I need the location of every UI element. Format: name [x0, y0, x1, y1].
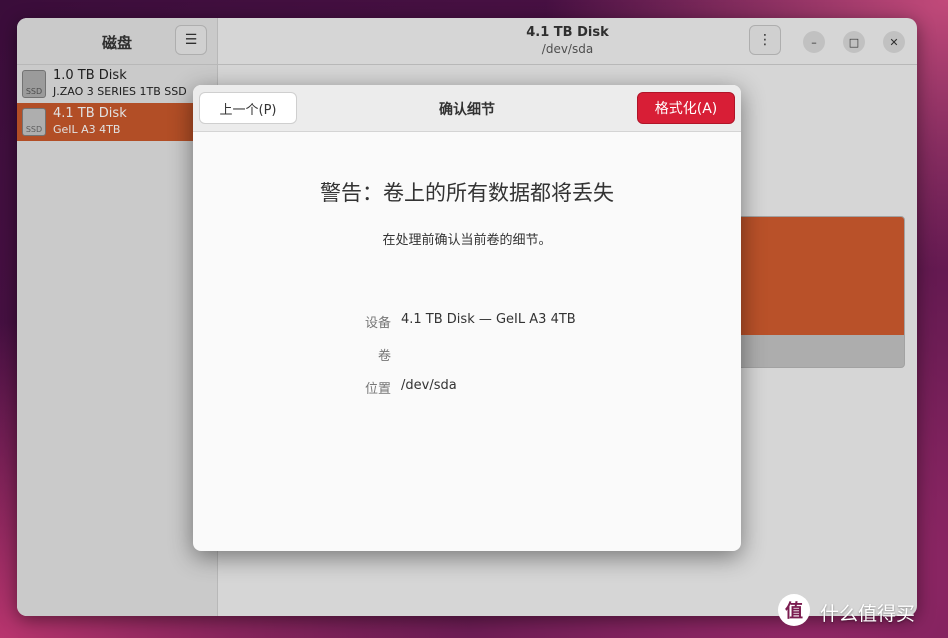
detail-label-device: 设备 [364, 316, 391, 331]
detail-value-location: /dev/sda [401, 378, 457, 393]
confirm-details-dialog: 上一个(P) 确认细节 格式化(A) 警告：卷上的所有数据都将丢失 在处理前确认… [193, 85, 741, 551]
watermark-text: 什么值得买 [820, 603, 916, 625]
dialog-header: 上一个(P) 确认细节 格式化(A) [193, 85, 741, 132]
warning-title: 警告：卷上的所有数据都将丢失 [320, 181, 614, 205]
watermark-logo-icon: 值 [778, 594, 810, 626]
warning-subtitle: 在处理前确认当前卷的细节。 [382, 233, 552, 248]
detail-label-location: 位置 [364, 382, 391, 397]
watermark: 值 什么值得买 [778, 594, 944, 628]
format-button[interactable]: 格式化(A) [637, 92, 735, 124]
detail-label-volume: 卷 [377, 349, 391, 364]
detail-value-device: 4.1 TB Disk — GeIL A3 4TB [401, 312, 576, 327]
